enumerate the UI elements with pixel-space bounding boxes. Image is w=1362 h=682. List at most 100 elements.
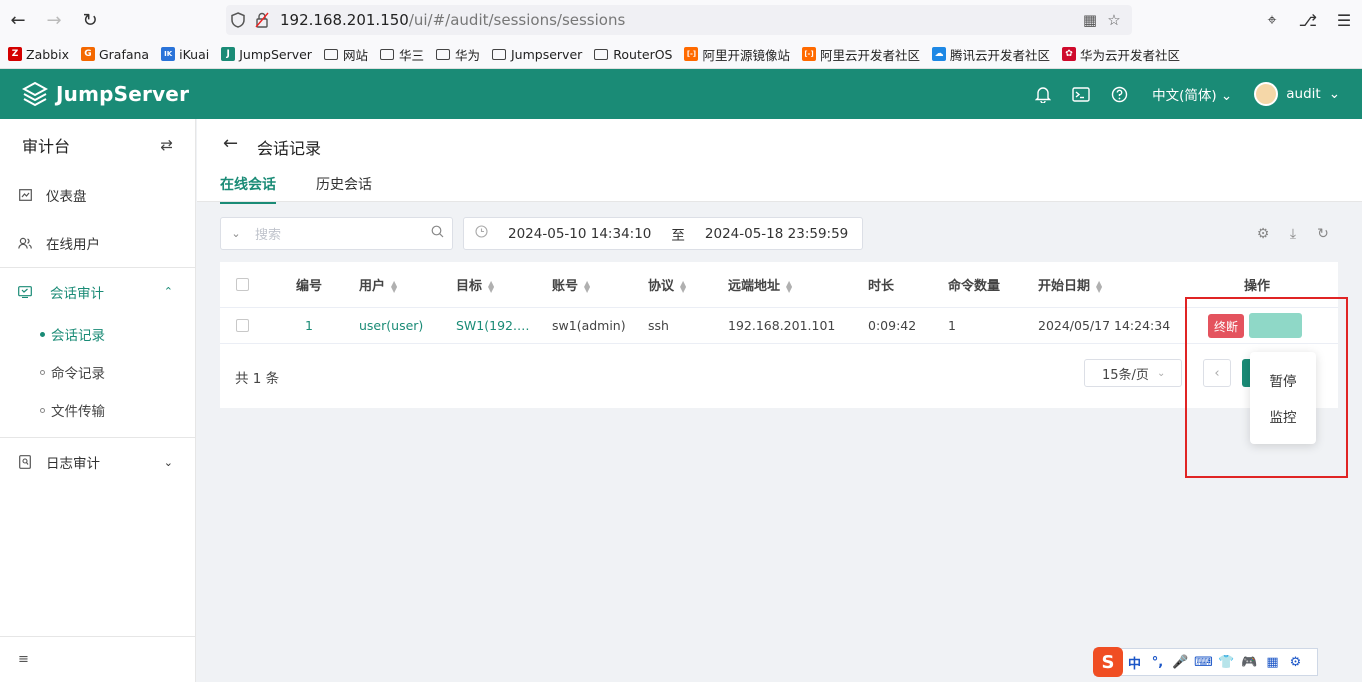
huawei-icon: ✿ [1062, 47, 1077, 61]
session-id-link[interactable]: 1 [305, 318, 313, 333]
sort-icon[interactable]: ▲ ▼ [1096, 279, 1102, 293]
page-header: ← 会话记录 在线会话 历史会话 [197, 119, 1362, 204]
date-range-picker[interactable]: 2024-05-10 14:34:10 至 2024-05-18 23:59:5… [463, 217, 863, 250]
bullet-icon [40, 369, 45, 375]
bookmark-item[interactable]: Z Zabbix [8, 47, 69, 62]
col-remote-addr[interactable]: 远端地址 ▲ ▼ [728, 275, 792, 294]
back-icon[interactable]: ← [0, 2, 36, 38]
collapse-sidebar-button[interactable]: ≡ [0, 636, 196, 682]
sidebar-item-dashboard[interactable]: 仪表盘 [0, 171, 195, 219]
download-icon[interactable]: ⤓ [1278, 226, 1308, 242]
settings-icon[interactable]: ⚙ [1248, 226, 1278, 242]
select-all-checkbox[interactable] [236, 278, 249, 291]
bookmark-item[interactable]: IK iKuai [161, 47, 209, 62]
game-icon[interactable]: 🎮 [1238, 655, 1261, 670]
tencent-cloud-icon: ☁ [932, 47, 947, 61]
folder-icon [323, 48, 338, 60]
filter-toolbar: ⌄ 搜索 2024-05-10 14:34:10 至 2024-05-18 23… [220, 217, 1338, 251]
aliyun-icon: [-] [684, 47, 699, 61]
collapse-icon: ≡ [18, 652, 29, 667]
col-account[interactable]: 账号 ▲ ▼ [552, 275, 590, 294]
chevron-down-icon[interactable]: ⌄ [221, 227, 251, 240]
switch-icon[interactable]: ⇄ [160, 136, 173, 154]
sort-icon[interactable]: ▲ ▼ [786, 279, 792, 293]
sidebar-subitem-session-records[interactable]: 会话记录 [0, 315, 195, 353]
sidebar-item-session-audit[interactable]: 会话审计 ⌃ [0, 267, 195, 315]
col-start-date[interactable]: 开始日期 ▲ ▼ [1038, 275, 1102, 294]
language-selector[interactable]: 中文(简体) ⌄ [1152, 84, 1232, 104]
jumpserver-icon: J [221, 47, 236, 61]
sidebar-item-log-audit[interactable]: 日志审计 ⌄ [0, 438, 195, 486]
apps-icon[interactable]: ▦ [1261, 655, 1284, 670]
bookmark-item[interactable]: ☁ 腾讯云开发者社区 [932, 45, 1050, 64]
tab-history-sessions[interactable]: 历史会话 [316, 174, 372, 204]
date-separator: 至 [671, 227, 685, 244]
refresh-icon[interactable]: ↻ [1308, 226, 1338, 242]
sort-icon[interactable]: ▲ ▼ [584, 279, 590, 293]
keyboard-icon[interactable]: ⌨ [1192, 655, 1215, 670]
folder-icon [491, 48, 506, 60]
search-input[interactable]: ⌄ 搜索 [220, 217, 453, 250]
bookmark-star-icon[interactable]: ☆ [1102, 8, 1126, 32]
bookmark-item[interactable]: J JumpServer [221, 47, 312, 62]
bookmark-item[interactable]: [-] 阿里云开发者社区 [802, 45, 920, 64]
bookmark-item[interactable]: Jumpserver [491, 47, 582, 62]
bookmark-item[interactable]: 华三 [379, 45, 424, 64]
bookmark-item[interactable]: [-] 阿里开源镜像站 [684, 45, 790, 64]
col-command-count: 命令数量 [948, 279, 1001, 294]
user-menu[interactable]: audit ⌄ [1254, 82, 1340, 106]
folder-icon [594, 48, 609, 60]
bookmark-item[interactable]: 华为 [435, 45, 480, 64]
sidebar-subitem-command-records[interactable]: 命令记录 [0, 353, 195, 391]
crop-icon[interactable]: ⌖ [1254, 10, 1290, 30]
sort-icon[interactable]: ▲ ▼ [488, 279, 494, 293]
forward-icon[interactable]: → [36, 2, 72, 38]
help-icon[interactable] [1100, 86, 1138, 103]
date-from[interactable]: 2024-05-10 14:34:10 [508, 226, 651, 242]
bell-icon[interactable] [1024, 86, 1062, 103]
date-to[interactable]: 2024-05-18 23:59:59 [705, 226, 848, 242]
page-size-select[interactable]: 15条/页 ⌄ [1084, 359, 1182, 387]
bookmark-item[interactable]: G Grafana [80, 47, 149, 62]
duration-cell: 0:09:42 [868, 318, 917, 333]
reload-icon[interactable]: ↻ [72, 2, 108, 38]
sort-icon[interactable]: ▲ ▼ [680, 279, 686, 293]
app-header: JumpServer 中文(简体) ⌄ audit ⌄ [0, 69, 1362, 119]
bullet-icon [40, 331, 45, 337]
bookmark-item[interactable]: 网站 [323, 45, 368, 64]
chevron-down-icon: ⌄ [1156, 367, 1166, 379]
insecure-lock-icon[interactable] [250, 8, 274, 32]
skin-icon[interactable]: 👕 [1215, 655, 1238, 670]
qr-code-icon[interactable]: ▦ [1078, 8, 1102, 32]
back-arrow-icon[interactable]: ← [223, 133, 238, 154]
col-protocol[interactable]: 协议 ▲ ▼ [648, 275, 686, 294]
shield-icon[interactable] [226, 8, 250, 32]
sort-icon[interactable]: ▲ ▼ [391, 279, 397, 293]
terminal-icon[interactable] [1062, 86, 1100, 102]
menu-icon[interactable]: ☰ [1326, 11, 1362, 30]
tab-online-sessions[interactable]: 在线会话 [220, 174, 276, 204]
col-user[interactable]: 用户 ▲ ▼ [359, 275, 397, 294]
browser-toolbar: ← → ↻ 192.168.201.150/ui/#/audit/session… [0, 0, 1362, 40]
sogou-logo-icon[interactable]: S [1093, 647, 1123, 677]
punctuation-icon[interactable]: °, [1146, 655, 1169, 670]
settings-icon[interactable]: ⚙ [1284, 655, 1307, 670]
page-title: 会话记录 [257, 139, 322, 158]
bookmark-item[interactable]: ✿ 华为云开发者社区 [1062, 45, 1180, 64]
address-bar[interactable]: 192.168.201.150/ui/#/audit/sessions/sess… [226, 5, 1132, 35]
bookmark-item[interactable]: RouterOS [594, 47, 672, 62]
sidebar-subitem-file-transfer[interactable]: 文件传输 [0, 391, 195, 429]
user-link[interactable]: user(user) [359, 318, 423, 333]
jumpserver-logo[interactable]: JumpServer [22, 81, 189, 107]
microphone-icon[interactable]: 🎤 [1169, 655, 1192, 670]
ime-mode[interactable]: 中 [1123, 653, 1146, 672]
extensions-icon[interactable]: ⎇ [1290, 11, 1326, 30]
avatar [1254, 82, 1279, 106]
target-link[interactable]: SW1(192.… [456, 318, 529, 333]
ikuai-icon: IK [161, 47, 176, 61]
row-checkbox[interactable] [236, 319, 249, 332]
sidebar-item-online-users[interactable]: 在线用户 [0, 219, 195, 267]
search-icon[interactable] [422, 225, 452, 242]
col-target[interactable]: 目标 ▲ ▼ [456, 275, 494, 294]
grafana-icon: G [80, 47, 95, 61]
